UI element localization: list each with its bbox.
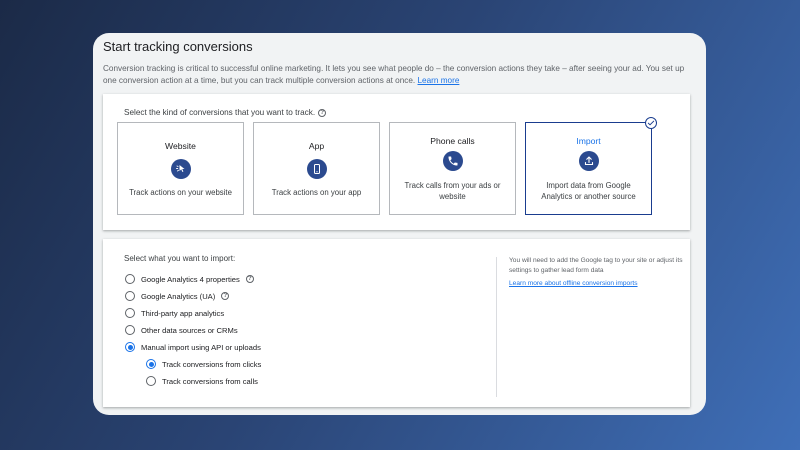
tile-app[interactable]: App Track actions on your app: [253, 122, 380, 215]
option-third-party[interactable]: Third-party app analytics: [125, 308, 224, 318]
help-icon[interactable]: ?: [318, 108, 327, 117]
tile-website-desc: Track actions on your website: [129, 188, 232, 197]
divider: [496, 257, 497, 397]
tile-app-desc: Track actions on your app: [271, 188, 362, 197]
tile-website-name: Website: [165, 141, 196, 151]
radio-third-party[interactable]: [125, 308, 135, 318]
learn-more-link[interactable]: Learn more: [418, 76, 460, 85]
option-other-sources-label: Other data sources or CRMs: [141, 325, 238, 335]
option-ga-ua-label: Google Analytics (UA): [141, 291, 216, 301]
import-source-label: Select what you want to import:: [124, 254, 236, 263]
option-ga4[interactable]: Google Analytics 4 properties ?: [125, 274, 254, 284]
radio-other-sources[interactable]: [125, 325, 135, 335]
tile-phone-calls[interactable]: Phone calls Track calls from your ads or…: [389, 122, 516, 215]
option-manual-import-label: Manual import using API or uploads: [141, 342, 261, 352]
help-icon[interactable]: ?: [221, 292, 230, 300]
suboption-calls[interactable]: Track conversions from calls: [146, 376, 258, 386]
upload-icon: [578, 151, 599, 171]
cursor-click-icon: [170, 159, 191, 179]
suboption-clicks-label: Track conversions from clicks: [162, 359, 262, 369]
option-ga-ua[interactable]: Google Analytics (UA) ?: [125, 291, 230, 301]
side-note: You will need to add the Google tag to y…: [509, 257, 683, 274]
radio-ga-ua[interactable]: [125, 291, 135, 301]
tile-import-desc: Import data from Google Analytics or ano…: [541, 181, 636, 201]
tile-import-name: Import: [576, 136, 601, 146]
suboption-clicks[interactable]: Track conversions from clicks: [146, 359, 261, 369]
mobile-phone-icon: [306, 159, 327, 179]
page-title: Start tracking conversions: [103, 39, 253, 54]
import-source-card: Select what you want to import: Google A…: [103, 239, 690, 407]
option-manual-import[interactable]: Manual import using API or uploads: [125, 342, 261, 352]
help-icon[interactable]: ?: [245, 275, 254, 283]
tile-website[interactable]: Website Track actions on your website: [117, 122, 244, 215]
option-ga4-label: Google Analytics 4 properties: [141, 274, 240, 284]
conversion-type-label: Select the kind of conversions that you …: [124, 108, 327, 117]
radio-ga4[interactable]: [125, 274, 135, 284]
offline-import-learn-more-link[interactable]: Learn more about offline conversion impo…: [509, 280, 638, 287]
radio-clicks[interactable]: [146, 359, 156, 369]
option-third-party-label: Third-party app analytics: [141, 308, 225, 318]
tile-phone-calls-name: Phone calls: [430, 136, 475, 146]
radio-manual-import[interactable]: [125, 342, 135, 352]
intro-text: Conversion tracking is critical to succe…: [103, 63, 691, 87]
check-icon: [645, 117, 657, 129]
tile-import[interactable]: Import Import data from Google Analytics…: [525, 117, 657, 215]
suboption-calls-label: Track conversions from calls: [162, 376, 258, 386]
conversion-type-label-text: Select the kind of conversions that you …: [124, 108, 316, 117]
tile-app-name: App: [308, 141, 325, 151]
conversion-type-card: Select the kind of conversions that you …: [103, 94, 690, 230]
phone-icon: [442, 151, 463, 171]
conversion-setup-window: Start tracking conversions Conversion tr…: [93, 33, 706, 415]
intro-body: Conversion tracking is critical to succe…: [103, 64, 685, 85]
option-other-sources[interactable]: Other data sources or CRMs: [125, 325, 238, 335]
radio-calls[interactable]: [146, 376, 156, 386]
tile-phone-calls-desc: Track calls from your ads or website: [404, 181, 501, 201]
